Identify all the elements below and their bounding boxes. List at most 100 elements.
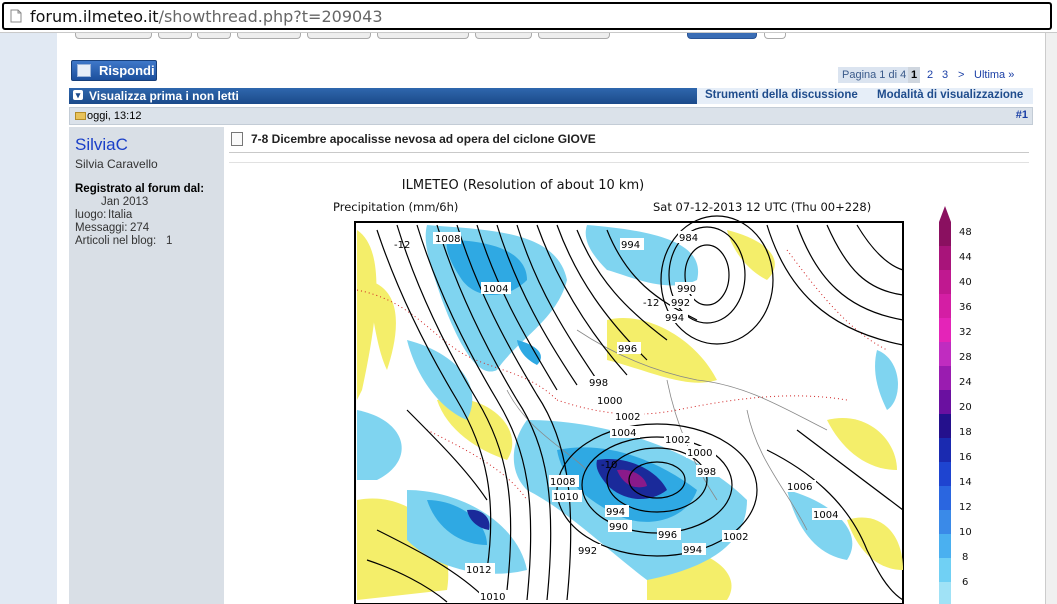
divider — [229, 152, 1029, 153]
pressure-label: 996 — [617, 342, 641, 355]
nav-tab[interactable] — [687, 33, 757, 39]
svg-text:994: 994 — [621, 240, 640, 251]
svg-text:994: 994 — [606, 507, 625, 518]
url-host: forum.ilmeteo.it — [30, 7, 159, 26]
svg-text:994: 994 — [665, 313, 684, 324]
pressure-label: 1000 — [686, 446, 716, 459]
pressure-label: 994 — [664, 311, 688, 324]
svg-text:998: 998 — [697, 467, 716, 478]
svg-text:1004: 1004 — [483, 284, 508, 295]
nav-tab[interactable] — [237, 33, 301, 39]
url-input[interactable]: forum.ilmeteo.it/showthread.php?t=209043 — [2, 2, 1052, 30]
scale-label: 18 — [959, 427, 972, 438]
svg-text:1010: 1010 — [553, 492, 578, 503]
post-header: oggi, 13:12 #1 — [69, 107, 1033, 125]
scale-label: 12 — [959, 502, 972, 513]
scrollbar[interactable] — [1045, 33, 1057, 604]
pressure-label: 1008 — [433, 232, 461, 245]
chevron-down-icon[interactable]: ▾ — [73, 90, 83, 100]
thread-tools-menu[interactable]: Strumenti della discussione — [705, 89, 858, 101]
nav-tab[interactable] — [538, 33, 610, 39]
pressure-label: 1004 — [610, 426, 640, 439]
pressure-label: 1000 — [596, 394, 626, 407]
thread-toolbar: ▾ Visualizza prima i non letti Strumenti… — [69, 88, 1033, 104]
svg-text:992: 992 — [671, 298, 690, 309]
nav-tab[interactable] — [197, 33, 231, 39]
svg-text:996: 996 — [618, 344, 637, 355]
pressure-label: 1004 — [812, 508, 842, 521]
divider — [229, 162, 1029, 163]
location-value: Italia — [108, 209, 133, 221]
nav-tab[interactable] — [377, 33, 469, 39]
user-info-pane: SilviaC Silvia Caravello Registrato al f… — [69, 127, 224, 604]
user-full-name: Silvia Caravello — [75, 157, 158, 171]
map-frame: 1008 994 984 1004 990 992 994 996 998 10… — [354, 215, 904, 604]
svg-text:1000: 1000 — [597, 396, 622, 407]
svg-text:992: 992 — [578, 546, 597, 557]
pressure-label: 990 — [608, 520, 632, 533]
thread-tools: Strumenti della discussione Modalità di … — [697, 88, 1033, 104]
blog-count-link[interactable]: 1 — [166, 235, 172, 247]
post-body: 7-8 Dicembre apocalisse nevosa ad opera … — [227, 127, 1033, 604]
temp-label: -12 — [394, 240, 410, 251]
folder-icon — [75, 112, 86, 120]
location-label: luogo: — [75, 209, 107, 221]
scale-label: 8 — [962, 552, 968, 563]
svg-text:996: 996 — [658, 530, 677, 541]
svg-text:998: 998 — [589, 378, 608, 389]
registered-label: Registrato al forum dal: — [75, 183, 205, 195]
pressure-label: 1008 — [549, 475, 579, 488]
svg-text:984: 984 — [679, 233, 698, 244]
registered-value: Jan 2013 — [101, 196, 149, 208]
blog-label: Articoli nel blog: — [75, 235, 157, 247]
pressure-label: 1006 — [786, 480, 816, 493]
nav-tab[interactable] — [158, 33, 192, 39]
pressure-label: 1002 — [664, 433, 694, 446]
pressure-label: 1010 — [479, 590, 509, 603]
username[interactable]: SilviaC — [75, 135, 128, 155]
nav-tab[interactable] — [764, 33, 786, 39]
map-subtitle-right: Sat 07-12-2013 12 UTC (Thu 00+228) — [653, 200, 871, 214]
weather-map-image: ILMETEO (Resolution of about 10 km) Prec… — [231, 170, 1029, 604]
post-title: 7-8 Dicembre apocalisse nevosa ad opera … — [251, 132, 596, 146]
svg-text:1006: 1006 — [787, 482, 812, 493]
reply-label: Rispondi — [99, 63, 155, 78]
page-of-label: Pagina 1 di 4 — [838, 67, 911, 83]
scale-label: 36 — [959, 302, 972, 313]
pressure-label: 1010 — [552, 490, 582, 503]
pressure-label: 998 — [696, 465, 720, 478]
svg-text:990: 990 — [677, 284, 696, 295]
top-nav-strip — [57, 33, 1045, 45]
scale-label: 28 — [959, 352, 972, 363]
svg-text:990: 990 — [609, 522, 628, 533]
nav-tab[interactable] — [75, 33, 152, 39]
scale-label: 32 — [959, 327, 972, 338]
pressure-label: 1004 — [481, 282, 511, 295]
page-link-2[interactable]: 2 — [927, 67, 933, 83]
page-current: 1 — [908, 67, 921, 83]
svg-text:1002: 1002 — [665, 435, 690, 446]
reply-button[interactable]: Rispondi — [71, 60, 157, 81]
page-last[interactable]: Ultima » — [974, 67, 1014, 83]
svg-text:1012: 1012 — [466, 565, 491, 576]
view-mode-menu[interactable]: Modalità di visualizzazione — [877, 89, 1023, 101]
reply-icon — [77, 64, 91, 77]
temp-label: -12 — [643, 298, 659, 309]
nav-tab[interactable] — [475, 33, 532, 39]
svg-text:1008: 1008 — [435, 234, 460, 245]
url-path: /showthread.php?t=209043 — [158, 7, 383, 26]
scale-label: 14 — [959, 477, 972, 488]
pressure-label: 990 — [675, 282, 699, 295]
scale-label: 24 — [959, 377, 972, 388]
first-unread-link[interactable]: Visualizza prima i non letti — [89, 89, 239, 103]
nav-tab[interactable] — [307, 33, 371, 39]
page-next[interactable]: > — [958, 67, 964, 83]
svg-text:1008: 1008 — [550, 477, 575, 488]
messages-value: 274 — [130, 222, 150, 234]
post-number[interactable]: #1 — [1016, 109, 1028, 121]
page-link-3[interactable]: 3 — [942, 67, 948, 83]
scale-label: 44 — [959, 252, 972, 263]
scale-label: 48 — [959, 227, 972, 238]
pressure-label: 994 — [682, 543, 706, 556]
svg-text:1002: 1002 — [723, 532, 748, 543]
